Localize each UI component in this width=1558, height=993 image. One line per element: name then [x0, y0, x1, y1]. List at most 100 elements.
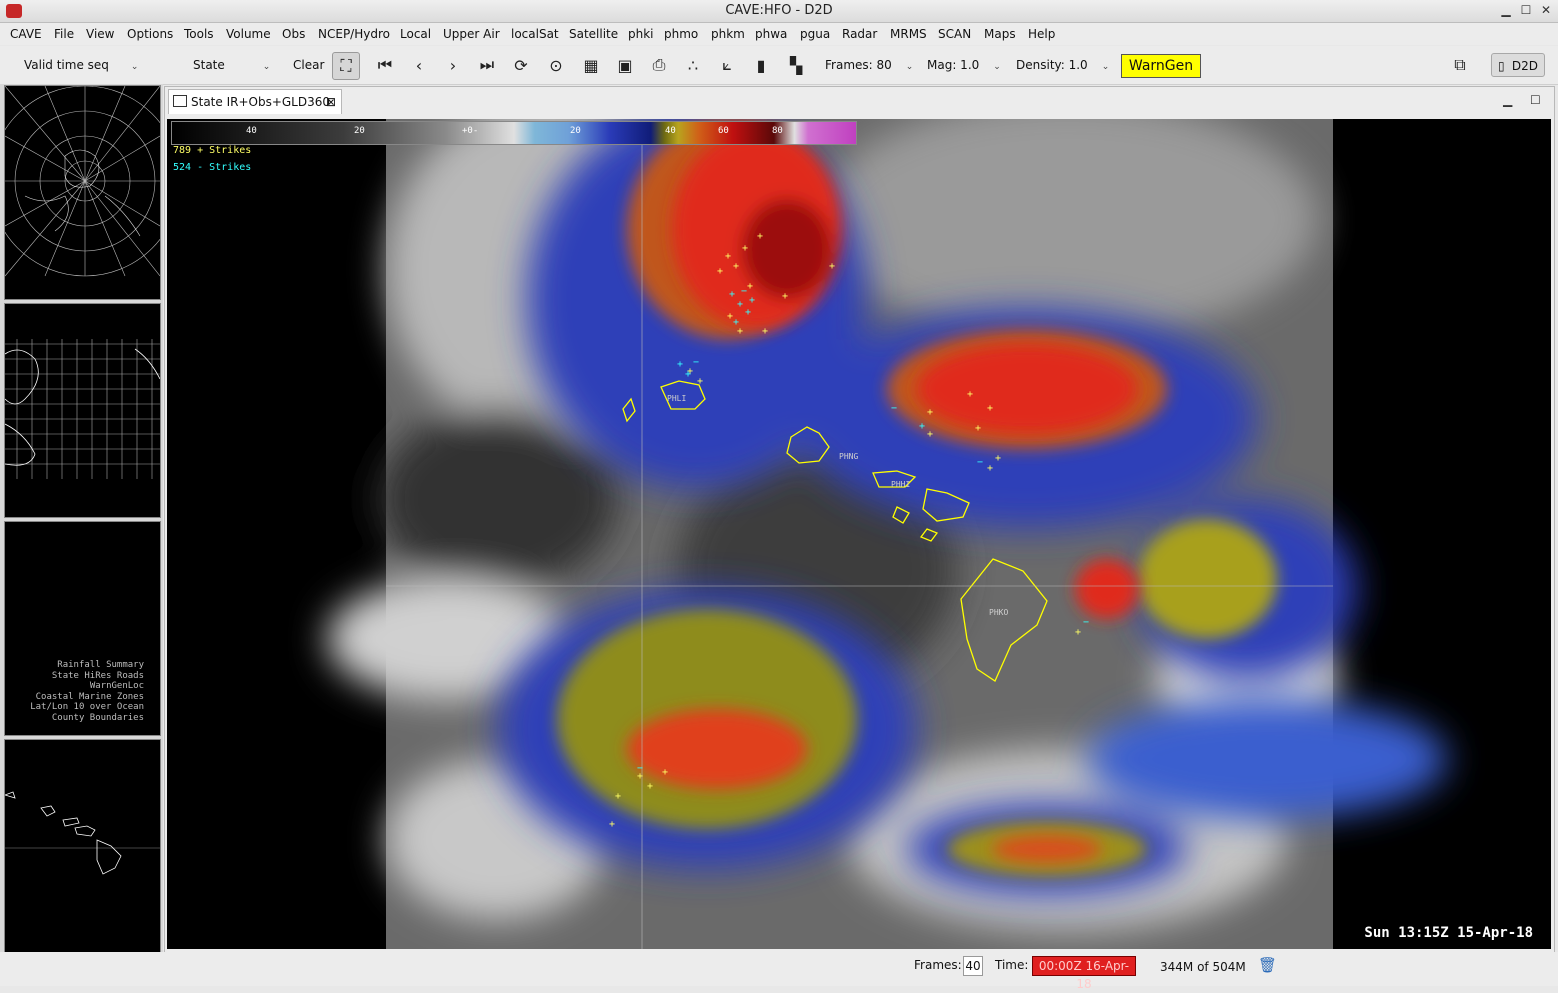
- menu-cave[interactable]: CAVE: [10, 27, 42, 41]
- menu-radar[interactable]: Radar: [842, 27, 877, 41]
- menu-localsat[interactable]: localSat: [511, 27, 559, 41]
- pacific-map-svg: [5, 339, 160, 479]
- negative-strikes-count: 524 - Strikes: [173, 162, 252, 173]
- tab-label: State IR+Obs+GLD360: [191, 95, 331, 109]
- svg-text:+: +: [733, 261, 739, 272]
- svg-text:+: +: [975, 423, 981, 434]
- print-icon[interactable]: ⎙: [646, 52, 672, 78]
- menu-obs[interactable]: Obs: [282, 27, 305, 41]
- menu-scan[interactable]: SCAN: [938, 27, 971, 41]
- scale-label: State: [193, 58, 225, 72]
- menu-phwa[interactable]: phwa: [755, 27, 787, 41]
- menu-phmo[interactable]: phmo: [664, 27, 698, 41]
- maximize-icon[interactable]: ☐: [1517, 3, 1535, 19]
- clear-button[interactable]: Clear: [293, 58, 324, 72]
- single-panel-icon[interactable]: ▮: [748, 52, 774, 78]
- svg-text:+: +: [685, 369, 691, 380]
- svg-text:−: −: [637, 763, 643, 774]
- menu-upper-air[interactable]: Upper Air: [443, 27, 500, 41]
- prev-frame-icon[interactable]: ‹: [406, 52, 432, 78]
- main-toolbar: Valid time seq ⌄ State ⌄ Clear ⛶ ⏮ ‹ › ⏭ ⟳…: [0, 46, 1558, 85]
- svg-text:+: +: [927, 429, 933, 440]
- menu-help[interactable]: Help: [1028, 27, 1055, 41]
- menu-phki[interactable]: phki: [628, 27, 654, 41]
- points-icon[interactable]: ∴: [680, 52, 706, 78]
- minimize-editor-icon[interactable]: ▁: [1503, 93, 1512, 107]
- menu-pgua[interactable]: pgua: [800, 27, 830, 41]
- menu-maps[interactable]: Maps: [984, 27, 1016, 41]
- hawaii-pane[interactable]: [4, 739, 161, 953]
- next-frame-icon[interactable]: ›: [440, 52, 466, 78]
- side-panes: Rainfall Summary State HiRes Roads WarnG…: [0, 84, 163, 953]
- menu-tools[interactable]: Tools: [184, 27, 214, 41]
- svg-text:+: +: [742, 243, 748, 254]
- maximize-editor-icon[interactable]: ☐: [1530, 93, 1541, 107]
- refresh-icon[interactable]: ⊙: [543, 52, 569, 78]
- frames-dropdown[interactable]: Frames: 80 ⌄: [825, 58, 913, 72]
- menu-options[interactable]: Options: [127, 27, 173, 41]
- menu-bar: CAVE File View Options Tools Volume Obs …: [0, 23, 1558, 45]
- close-tab-icon[interactable]: ⊠: [326, 90, 336, 114]
- svg-text:+: +: [615, 791, 621, 802]
- warngen-button[interactable]: WarnGen: [1121, 54, 1201, 78]
- status-time-value[interactable]: 00:00Z 16-Apr-18: [1032, 956, 1136, 991]
- svg-text:+: +: [967, 389, 973, 400]
- last-frame-icon[interactable]: ⏭: [474, 52, 500, 78]
- map-display[interactable]: + + + + + + + + + + + + + + + + + + + + + + + + + + + + + + + −…: [167, 119, 1551, 949]
- time-seq-dropdown[interactable]: Valid time seq ⌄: [24, 58, 138, 72]
- map-editor: State IR+Obs+GLD360 ⊠ ▁ ☐ + + + + + + + …: [164, 86, 1555, 954]
- station-label: PHNG: [839, 452, 858, 461]
- chevron-down-icon: ⌄: [130, 62, 139, 72]
- menu-local[interactable]: Local: [400, 27, 431, 41]
- svg-text:+: +: [782, 291, 788, 302]
- first-frame-icon[interactable]: ⏮: [372, 52, 398, 78]
- map-legend: Rainfall Summary State HiRes Roads WarnG…: [30, 660, 144, 723]
- legend-county-boundaries: County Boundaries: [51, 712, 144, 723]
- title-bar: CAVE:HFO - D2D ▁ ☐ ✕: [0, 0, 1558, 23]
- menu-view[interactable]: View: [86, 27, 114, 41]
- menu-phkm[interactable]: phkm: [711, 27, 745, 41]
- svg-text:+: +: [677, 359, 683, 370]
- chevron-down-icon: ⌄: [905, 62, 914, 72]
- four-panel-icon[interactable]: ▚: [783, 52, 809, 78]
- fullscreen-icon[interactable]: ⛶: [332, 52, 360, 80]
- svg-text:−: −: [741, 286, 747, 297]
- svg-text:+: +: [717, 266, 723, 277]
- svg-text:+: +: [737, 299, 743, 310]
- menu-file[interactable]: File: [54, 27, 74, 41]
- time-seq-label: Valid time seq: [24, 58, 109, 72]
- svg-text:−: −: [891, 403, 897, 414]
- colorbar-tick-label: 40: [665, 126, 676, 136]
- colorbar-tick-label: 80: [772, 126, 783, 136]
- panel-icon: ▯: [1498, 59, 1505, 73]
- hawaii-map-svg: [5, 791, 160, 875]
- open-perspective-icon[interactable]: ⧉: [1447, 52, 1473, 78]
- svg-text:+: +: [927, 407, 933, 418]
- d2d-perspective-button[interactable]: ▯ D2D: [1491, 53, 1545, 77]
- menu-ncep-hydro[interactable]: NCEP/Hydro: [318, 27, 390, 41]
- pacific-pane[interactable]: [4, 303, 161, 518]
- frames-label: Frames: 80: [825, 58, 892, 72]
- chevron-down-icon: ⌄: [993, 62, 1001, 72]
- status-frames-value[interactable]: 40: [963, 956, 983, 976]
- tab-state-ir[interactable]: State IR+Obs+GLD360 ⊠: [168, 89, 342, 114]
- density-dropdown[interactable]: Density: 1.0 ⌄: [1016, 58, 1109, 72]
- image-display-icon[interactable]: ▣: [612, 52, 638, 78]
- map-valid-time: Sun 13:15Z 15-Apr-18: [1364, 925, 1533, 941]
- menu-satellite[interactable]: Satellite: [569, 27, 618, 41]
- window-title: CAVE:HFO - D2D: [725, 3, 833, 18]
- trash-icon[interactable]: 🗑: [1258, 956, 1277, 974]
- minimize-icon[interactable]: ▁: [1497, 3, 1515, 19]
- loop-icon[interactable]: ⟳: [508, 52, 534, 78]
- scale-dropdown[interactable]: State ⌄: [193, 58, 270, 72]
- svg-text:+: +: [919, 421, 925, 432]
- menu-mrms[interactable]: MRMS: [890, 27, 927, 41]
- mag-dropdown[interactable]: Mag: 1.0 ⌄: [927, 58, 1001, 72]
- satellite-image: ++++ ++++ ++++ ++++ ++++ ++++ ++ ++++ +−…: [327, 119, 1447, 949]
- close-icon[interactable]: ✕: [1537, 3, 1555, 19]
- swap-icon[interactable]: ⟀: [714, 52, 740, 78]
- polar-stereo-pane[interactable]: [4, 85, 161, 300]
- menu-volume[interactable]: Volume: [226, 27, 271, 41]
- legend-pane[interactable]: Rainfall Summary State HiRes Roads WarnG…: [4, 521, 161, 736]
- image-combine-icon[interactable]: ▦: [578, 52, 604, 78]
